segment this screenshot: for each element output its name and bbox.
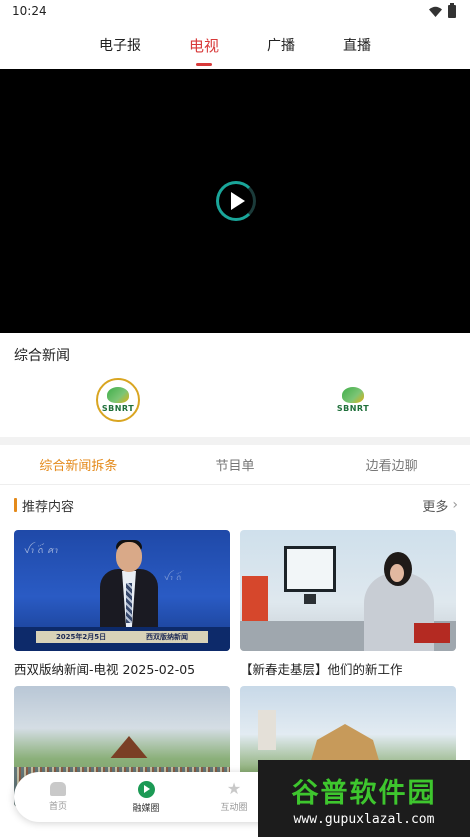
sub-tab-bar: 综合新闻拆条 节目单 边看边聊 [0, 445, 470, 485]
nav-home[interactable]: 首页 [14, 772, 102, 822]
status-time: 10:24 [12, 4, 47, 18]
more-button[interactable]: 更多 › [422, 496, 458, 515]
card-caption: 西双版纳新闻-电视 2025-02-05 [14, 662, 196, 677]
battery-icon [448, 2, 456, 18]
channel-logo-2[interactable]: SBNRT [331, 378, 375, 422]
pavilion-roof [110, 736, 148, 758]
section-divider [0, 437, 470, 445]
play-circle-icon [137, 780, 155, 798]
section-accent-bar [14, 498, 17, 512]
anchor-head [116, 542, 142, 572]
channel-logo-1[interactable]: SBNRT [96, 378, 140, 422]
news-banner: 2025年2月5日 西双版纳新闻 [36, 631, 208, 643]
play-icon[interactable] [216, 181, 256, 221]
decorative-script: ꪜꪱ ꪒꪾ ꪁꪱ [24, 546, 59, 556]
worker-face [390, 564, 404, 582]
banner-show: 西双版纳新闻 [146, 633, 189, 641]
more-label: 更多 [422, 499, 449, 515]
tab-live[interactable]: 直播 [343, 29, 371, 61]
tab-chat[interactable]: 边看边聊 [313, 455, 470, 474]
watermark-url: www.gupuxlazal.com [293, 811, 435, 827]
news-card-2[interactable]: 【新春走基层】他们的新工作 [240, 530, 456, 678]
channel-logo-text: SBNRT [101, 404, 135, 413]
status-bar: 10:24 [0, 0, 470, 22]
status-icons [429, 2, 456, 18]
nav-media-circle[interactable]: 融媒圈 [102, 772, 190, 822]
temple-graphic [310, 724, 380, 764]
card-caption: 【新春走基层】他们的新工作 [240, 662, 403, 677]
tab-radio[interactable]: 广播 [267, 29, 295, 61]
watermark: 谷普软件园 www.gupuxlazal.com [258, 760, 470, 837]
nav-media-label: 融媒圈 [132, 803, 160, 814]
news-thumbnail [240, 530, 456, 651]
banner-date: 2025年2月5日 [55, 633, 107, 641]
wifi-icon [429, 6, 442, 17]
leaf-logo-icon [342, 387, 364, 403]
monitor-stand [304, 594, 316, 604]
top-tab-bar: 电子报 电视 广播 直播 [0, 22, 470, 68]
tab-tv[interactable]: 电视 [189, 29, 219, 62]
tab-e-paper[interactable]: 电子报 [99, 29, 141, 61]
recommend-header: 推荐内容 更多 › [14, 495, 458, 515]
star-icon: ★ [226, 779, 242, 798]
nav-interact-label: 互动圈 [220, 803, 248, 813]
recommend-title: 推荐内容 [14, 496, 74, 515]
tab-news-clips[interactable]: 综合新闻拆条 [0, 455, 157, 474]
news-card-1[interactable]: ꪜꪱ ꪒꪾ ꪁꪱ ꪜꪱ ꪒꪾ 2025年2月5日 西双版纳新闻 西双版纳新闻-电… [14, 530, 230, 678]
recommend-title-text: 推荐内容 [22, 499, 75, 515]
anchor-tie [126, 583, 132, 623]
red-caption-box [414, 623, 450, 643]
watermark-title: 谷普软件园 [291, 777, 437, 809]
nav-home-label: 首页 [48, 802, 67, 812]
channel-logo-text: SBNRT [336, 404, 370, 413]
home-icon [50, 782, 66, 796]
news-thumbnail: ꪜꪱ ꪒꪾ ꪁꪱ ꪜꪱ ꪒꪾ 2025年2月5日 西双版纳新闻 [14, 530, 230, 651]
channel-section-title: 综合新闻 [14, 348, 70, 364]
chevron-right-icon: › [452, 497, 458, 513]
leaf-logo-icon [107, 387, 129, 403]
monitor-graphic [284, 546, 336, 592]
decorative-script: ꪜꪱ ꪒꪾ [164, 573, 182, 582]
tab-schedule[interactable]: 节目单 [157, 455, 314, 474]
building-graphic [258, 710, 276, 750]
